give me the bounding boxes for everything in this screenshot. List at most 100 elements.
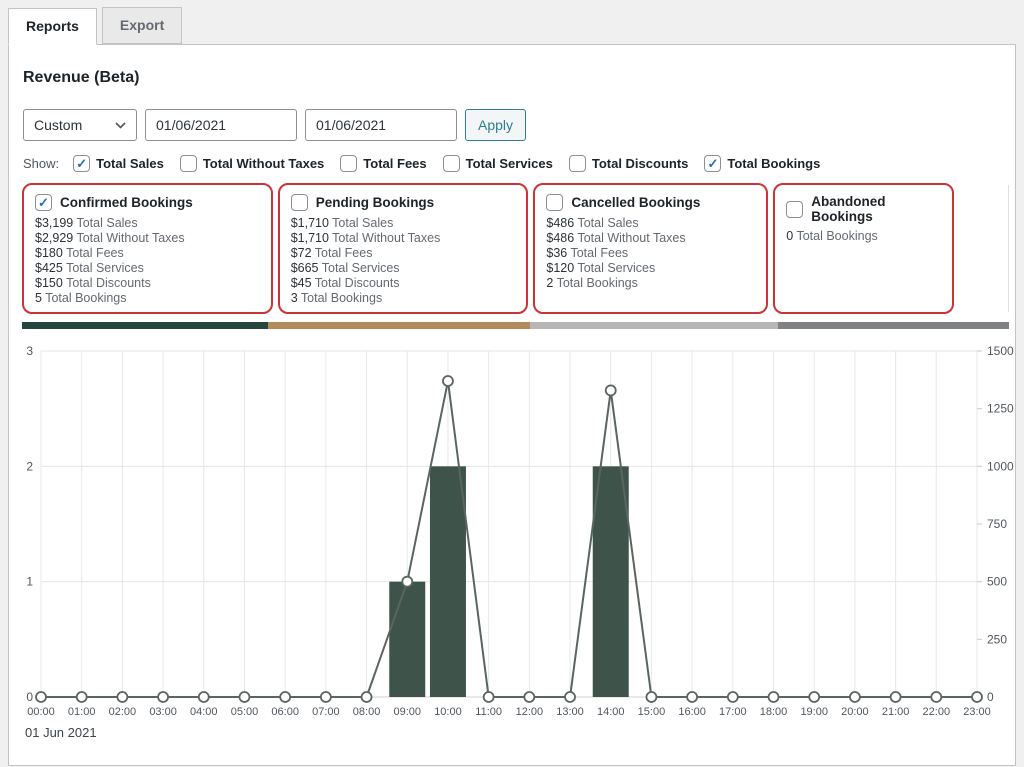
date-from-input[interactable] <box>145 109 297 141</box>
metric-label: Total Without Taxes <box>76 231 184 245</box>
right-axis-tick-label: 250 <box>987 632 1007 646</box>
right-axis-tick-label: 500 <box>987 575 1007 589</box>
card-metric-row: 5 Total Bookings <box>35 291 260 306</box>
apply-button[interactable]: Apply <box>465 109 526 141</box>
metric-value: $180 <box>35 246 66 260</box>
chart-canvas: 0123025050075010001250150000:0001:0002:0… <box>15 341 1023 721</box>
date-range-value: Custom <box>34 117 82 133</box>
checkbox-unchecked[interactable] <box>786 201 803 218</box>
show-label: Show: <box>23 156 59 171</box>
x-axis-tick-label: 04:00 <box>190 706 218 718</box>
revenue-chart: 0123025050075010001250150000:0001:0002:0… <box>15 341 1009 721</box>
show-option-label: Total Discounts <box>592 156 689 171</box>
metric-value: $36 <box>546 246 570 260</box>
metric-value: $425 <box>35 261 66 275</box>
checkbox-unchecked[interactable] <box>180 155 197 172</box>
chart-marker <box>728 692 738 702</box>
x-axis-tick-label: 06:00 <box>271 706 299 718</box>
show-option-total-fees[interactable]: Total Fees <box>340 155 426 172</box>
metric-value: 3 <box>291 291 301 305</box>
summary-card-pending-bookings: Pending Bookings$1,710 Total Sales$1,710… <box>278 183 529 314</box>
x-axis-tick-label: 14:00 <box>597 706 625 718</box>
card-metric-row: $486 Total Without Taxes <box>546 231 755 246</box>
metric-label: Total Without Taxes <box>332 231 440 245</box>
x-axis-tick-label: 11:00 <box>475 706 502 718</box>
metric-label: Total Sales <box>577 216 638 230</box>
x-axis-tick-label: 07:00 <box>312 706 340 718</box>
right-axis-tick-label: 1000 <box>987 459 1014 473</box>
card-title: Abandoned Bookings <box>811 194 941 224</box>
chart-marker <box>443 376 453 386</box>
metric-label: Total Fees <box>570 246 628 260</box>
show-option-label: Total Sales <box>96 156 164 171</box>
checkbox-checked[interactable]: ✓ <box>35 194 52 211</box>
chart-marker <box>809 692 819 702</box>
x-axis-tick-label: 21:00 <box>882 706 910 718</box>
card-metric-row: $1,710 Total Without Taxes <box>291 231 516 246</box>
date-range-select[interactable]: Custom <box>23 109 137 141</box>
legend-segment-pending <box>268 322 531 329</box>
show-option-label: Total Fees <box>363 156 426 171</box>
checkbox-unchecked[interactable] <box>443 155 460 172</box>
checkbox-checked[interactable]: ✓ <box>704 155 721 172</box>
card-header: Cancelled Bookings <box>546 194 755 211</box>
chart-bar <box>430 466 466 697</box>
show-option-total-discounts[interactable]: Total Discounts <box>569 155 689 172</box>
metric-label: Total Services <box>577 261 655 275</box>
x-axis-tick-label: 13:00 <box>556 706 584 718</box>
summary-card-abandoned-bookings: Abandoned Bookings0 Total Bookings <box>773 183 954 314</box>
show-option-label: Total Without Taxes <box>203 156 324 171</box>
page-title: Revenue (Beta) <box>23 69 1009 87</box>
metric-value: $3,199 <box>35 216 76 230</box>
checkbox-unchecked[interactable] <box>340 155 357 172</box>
chart-marker <box>972 692 982 702</box>
card-header: Abandoned Bookings <box>786 194 941 224</box>
chart-marker <box>850 692 860 702</box>
show-option-total-sales[interactable]: ✓ Total Sales <box>73 155 164 172</box>
metric-label: Total Services <box>66 261 144 275</box>
metric-value: $45 <box>291 276 315 290</box>
card-header: ✓ Confirmed Bookings <box>35 194 260 211</box>
checkbox-checked[interactable]: ✓ <box>73 155 90 172</box>
chart-marker <box>280 692 290 702</box>
card-title: Confirmed Bookings <box>60 195 193 210</box>
metric-label: Total Bookings <box>796 229 877 243</box>
show-option-total-without-taxes[interactable]: Total Without Taxes <box>180 155 324 172</box>
chart-marker <box>931 692 941 702</box>
metric-value: $486 <box>546 231 577 245</box>
chart-date-label: 01 Jun 2021 <box>25 725 1009 740</box>
checkbox-unchecked[interactable] <box>569 155 586 172</box>
metric-value: $1,710 <box>291 216 332 230</box>
chart-marker <box>117 692 127 702</box>
tab-export[interactable]: Export <box>102 7 182 44</box>
x-axis-tick-label: 05:00 <box>231 706 259 718</box>
card-metric-row: $1,710 Total Sales <box>291 216 516 231</box>
date-to-input[interactable] <box>305 109 457 141</box>
show-option-total-services[interactable]: Total Services <box>443 155 553 172</box>
show-option-label: Total Services <box>466 156 553 171</box>
chart-marker <box>402 577 412 587</box>
x-axis-tick-label: 15:00 <box>638 706 666 718</box>
chart-bar <box>389 582 425 697</box>
checkbox-unchecked[interactable] <box>291 194 308 211</box>
chart-marker <box>158 692 168 702</box>
chart-marker <box>687 692 697 702</box>
chart-marker <box>239 692 249 702</box>
metric-value: $665 <box>291 261 322 275</box>
card-metric-row: $486 Total Sales <box>546 216 755 231</box>
card-metric-row: $665 Total Services <box>291 261 516 276</box>
show-option-total-bookings[interactable]: ✓Total Bookings <box>704 155 820 172</box>
chart-marker <box>524 692 534 702</box>
chart-marker <box>484 692 494 702</box>
left-axis-tick-label: 1 <box>26 575 33 589</box>
tab-reports[interactable]: Reports <box>8 8 97 45</box>
x-axis-tick-label: 02:00 <box>109 706 137 718</box>
chart-marker <box>565 692 575 702</box>
chart-marker <box>36 692 46 702</box>
checkbox-unchecked[interactable] <box>546 194 563 211</box>
legend-color-bar <box>22 322 1009 329</box>
metric-value: $120 <box>546 261 577 275</box>
chevron-down-icon <box>115 122 126 129</box>
chart-marker <box>199 692 209 702</box>
metric-label: Total Fees <box>315 246 373 260</box>
